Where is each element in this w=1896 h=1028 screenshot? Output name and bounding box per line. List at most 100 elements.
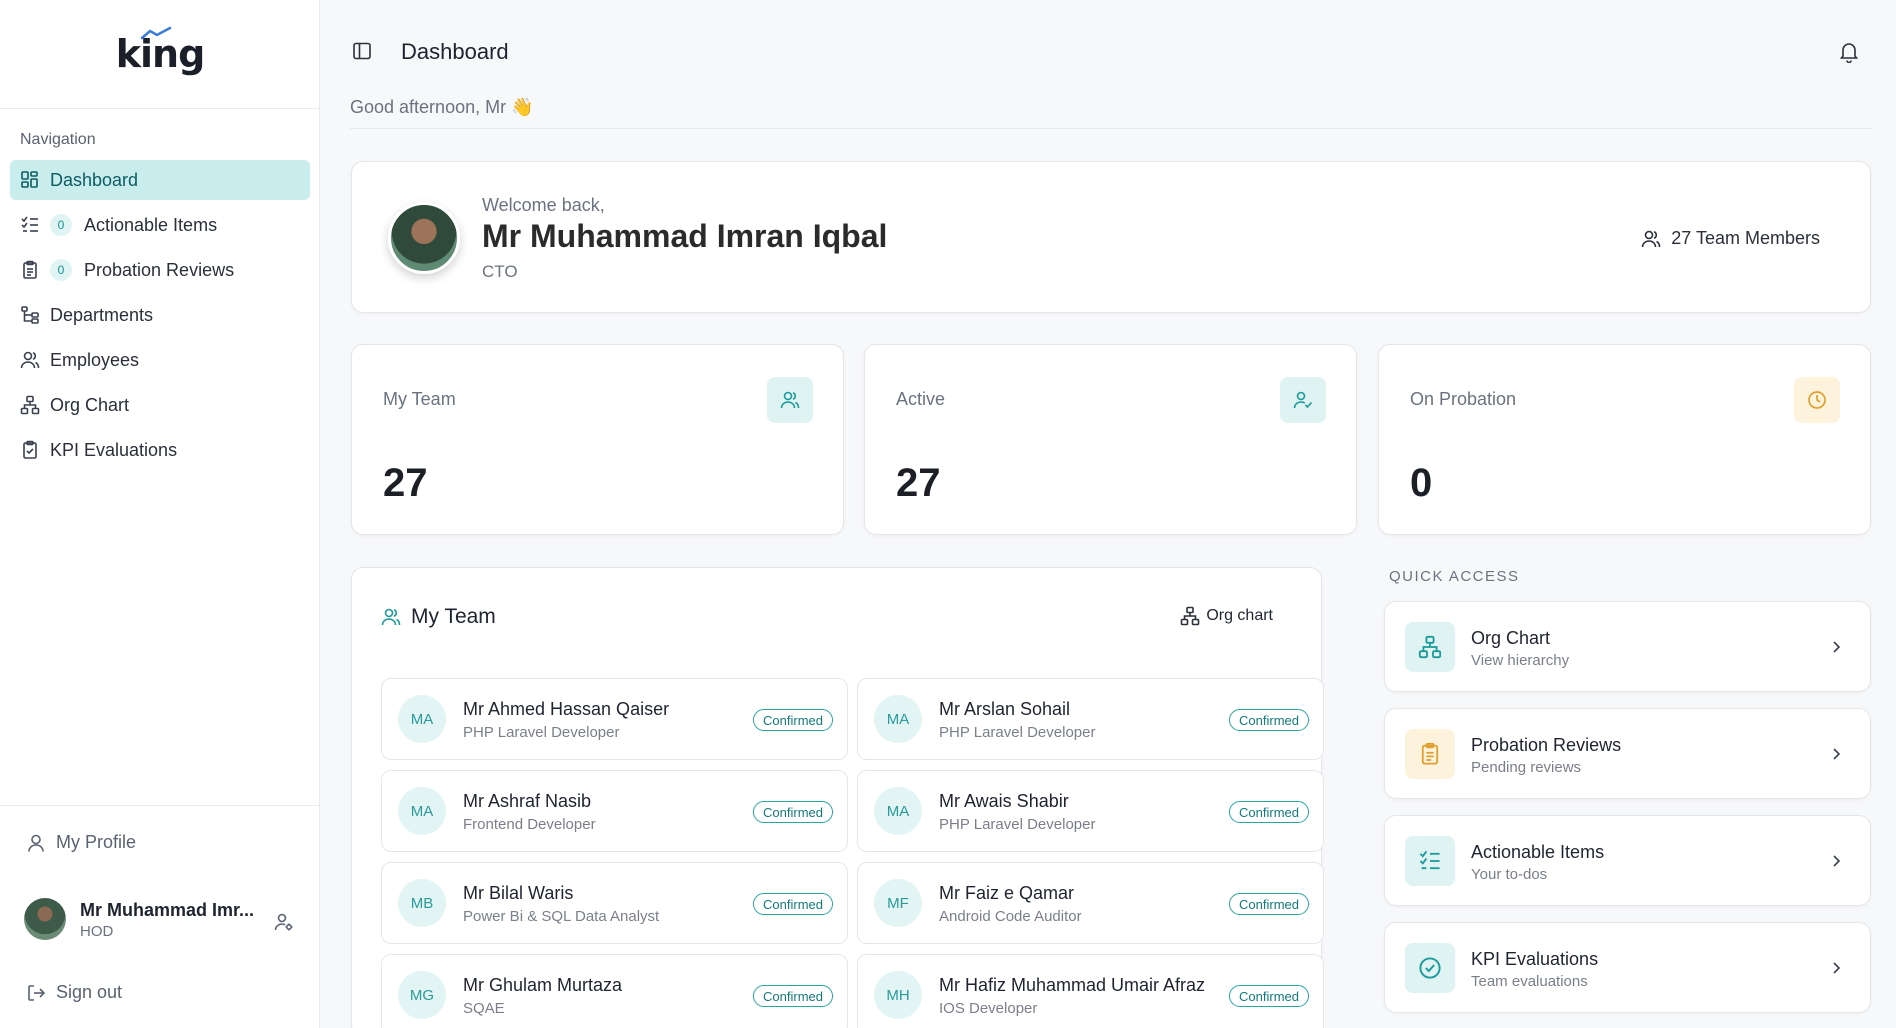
grid-icon <box>21 171 38 188</box>
member-name: Mr Ashraf Nasib <box>463 791 592 811</box>
sidebar-toggle-icon[interactable] <box>352 41 372 61</box>
member-title: PHP Laravel Developer <box>463 724 620 741</box>
avatar: MA <box>874 787 922 835</box>
qa-subtitle: Your to-dos <box>1471 866 1548 883</box>
network-icon <box>1181 606 1200 626</box>
clipboard-check-icon <box>23 440 37 459</box>
logo[interactable]: king <box>0 0 320 109</box>
qa-title: Probation Reviews <box>1471 735 1622 755</box>
chevron-right-icon <box>1833 855 1841 867</box>
my-profile-link[interactable]: My Profile <box>26 832 136 853</box>
sidebar-item-org-chart[interactable]: Org Chart <box>10 385 310 425</box>
sidebar-item-kpi-evaluations[interactable]: KPI Evaluations <box>10 430 310 470</box>
team-member-card[interactable]: MA Mr Ahmed Hassan Qaiser PHP Laravel De… <box>381 678 848 760</box>
avatar <box>388 202 460 274</box>
sidebar-item-label: Employees <box>50 349 140 370</box>
users-icon <box>1641 230 1661 247</box>
my-team-title-label: My Team <box>411 605 496 628</box>
member-name: Mr Awais Shabir <box>939 791 1069 811</box>
team-member-card[interactable]: MF Mr Faiz e Qamar Android Code Auditor … <box>857 862 1324 944</box>
stat-value: 27 <box>896 461 941 505</box>
users-icon <box>20 351 40 369</box>
member-title: Android Code Auditor <box>939 908 1082 925</box>
user-settings-icon[interactable] <box>274 912 294 932</box>
logout-icon <box>28 984 46 1001</box>
member-title: PHP Laravel Developer <box>939 816 1096 833</box>
sidebar-item-label: Departments <box>50 304 154 325</box>
count-badge: 0 <box>50 214 72 236</box>
bell-icon[interactable] <box>1839 41 1859 63</box>
member-name: Mr Bilal Waris <box>463 883 574 903</box>
team-members-label: 27 Team Members <box>1671 228 1820 248</box>
nav-heading: Navigation <box>20 131 96 148</box>
team-member-card[interactable]: MA Mr Arslan Sohail PHP Laravel Develope… <box>857 678 1324 760</box>
member-name: Mr Arslan Sohail <box>939 699 1071 719</box>
sidebar-item-label: Org Chart <box>50 394 130 415</box>
sidebar-footer: My Profile Mr Muhammad Imr... HOD Sign o… <box>0 805 320 1028</box>
my-profile-label: My Profile <box>56 832 137 852</box>
quick-access-actionable-items[interactable]: Actionable Items Your to-dos <box>1384 815 1871 906</box>
team-member-card[interactable]: MB Mr Bilal Waris Power Bi & SQL Data An… <box>381 862 848 944</box>
avatar: MG <box>398 971 446 1019</box>
stat-icon-box <box>767 377 813 423</box>
chevron-right-icon <box>1833 748 1841 760</box>
stat-card-on-probation[interactable]: On Probation 0 <box>1378 344 1871 535</box>
team-member-card[interactable]: MG Mr Ghulam Murtaza SQAE Confirmed <box>381 954 848 1028</box>
avatar: MA <box>398 787 446 835</box>
qa-title: Org Chart <box>1471 628 1551 648</box>
checklist-icon <box>1419 850 1440 870</box>
sidebar-item-label: Probation Reviews <box>84 259 235 280</box>
sidebar-item-probation-reviews[interactable]: 0 Probation Reviews <box>10 250 310 290</box>
status-badge: Confirmed <box>1229 709 1309 731</box>
welcome-subtitle: Welcome back, <box>482 195 605 215</box>
status-badge: Confirmed <box>1229 985 1309 1007</box>
stat-card-my-team[interactable]: My Team 27 <box>351 344 844 535</box>
quick-access-probation-reviews[interactable]: Probation Reviews Pending reviews <box>1384 708 1871 799</box>
clipboard-icon <box>23 260 37 279</box>
stat-icon-box <box>1280 377 1326 423</box>
sidebar-item-dashboard[interactable]: Dashboard <box>10 160 310 200</box>
avatar: MA <box>398 695 446 743</box>
clipboard-icon <box>1421 742 1439 765</box>
member-title: Power Bi & SQL Data Analyst <box>463 908 660 925</box>
avatar: MA <box>874 695 922 743</box>
team-member-card[interactable]: MH Mr Hafiz Muhammad Umair Afraz IOS Dev… <box>857 954 1324 1028</box>
avatar: MB <box>398 879 446 927</box>
logo-mark-icon <box>140 26 171 40</box>
quick-access-kpi-evaluations[interactable]: KPI Evaluations Team evaluations <box>1384 922 1871 1013</box>
sidebar-item-label: Dashboard <box>50 169 139 190</box>
users-icon <box>780 391 800 409</box>
org-chart-button[interactable]: Org chart <box>1180 606 1273 626</box>
clock-icon <box>1808 391 1826 409</box>
team-member-card[interactable]: MA Mr Ashraf Nasib Frontend Developer Co… <box>381 770 848 852</box>
team-members-count: 27 Team Members <box>1641 228 1820 249</box>
stat-value: 27 <box>383 461 428 505</box>
sidebar-item-employees[interactable]: Employees <box>10 340 310 380</box>
qa-icon-box <box>1405 729 1455 779</box>
team-member-card[interactable]: MA Mr Awais Shabir PHP Laravel Developer… <box>857 770 1324 852</box>
my-team-card: My Team Org chart MA Mr Ahmed Hassan Qai… <box>351 567 1324 1028</box>
member-title: Frontend Developer <box>463 816 596 833</box>
user-name: Mr Muhammad Imr... <box>80 900 255 920</box>
sidebar-item-actionable-items[interactable]: 0 Actionable Items <box>10 205 310 245</box>
stat-card-active[interactable]: Active 27 <box>864 344 1357 535</box>
status-badge: Confirmed <box>753 709 833 731</box>
sign-out-button[interactable]: Sign out <box>26 982 122 1003</box>
avatar: MH <box>874 971 922 1019</box>
users-icon <box>381 608 401 626</box>
sidebar-item-departments[interactable]: Departments <box>10 295 310 335</box>
member-name: Mr Ghulam Murtaza <box>463 975 623 995</box>
status-badge: Confirmed <box>1229 893 1309 915</box>
quick-access-org-chart[interactable]: Org Chart View hierarchy <box>1384 601 1871 692</box>
current-user[interactable]: Mr Muhammad Imr... HOD <box>24 898 300 942</box>
welcome-role: CTO <box>482 262 518 281</box>
page-title: Dashboard <box>401 39 509 64</box>
checklist-icon <box>21 216 38 232</box>
quick-access-heading: QUICK ACCESS <box>1389 568 1520 585</box>
stat-label: Active <box>896 389 946 409</box>
nav-list: Dashboard 0 Actionable Items 0 Probation… <box>10 160 310 475</box>
qa-title: Actionable Items <box>1471 842 1605 862</box>
member-title: IOS Developer <box>939 1000 1038 1017</box>
count-badge: 0 <box>50 259 72 281</box>
qa-icon-box <box>1405 943 1455 993</box>
